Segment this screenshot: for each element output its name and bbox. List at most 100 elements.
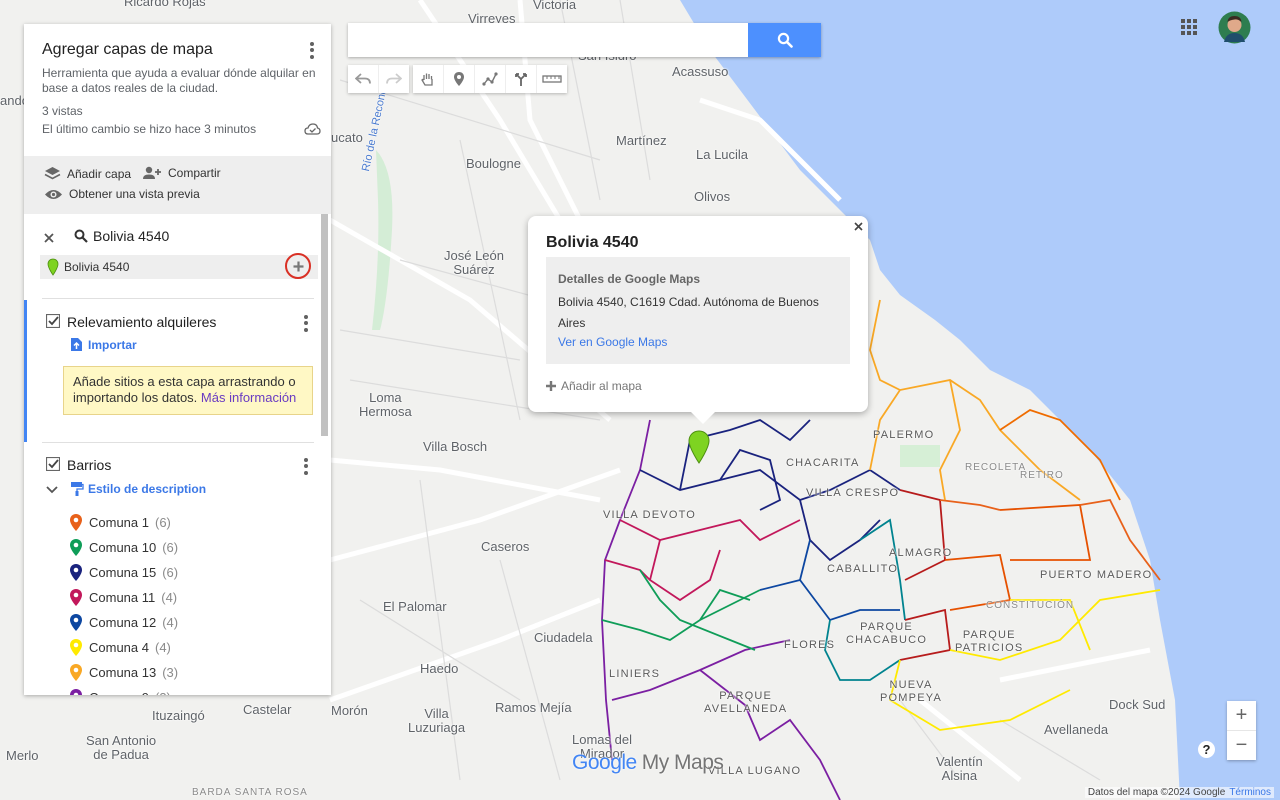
layer-visibility-checkbox[interactable]	[46, 314, 60, 328]
close-icon	[853, 221, 863, 231]
legend-count: (3)	[162, 665, 179, 680]
draw-line-button[interactable]	[475, 65, 506, 93]
legend-item[interactable]: Comuna 15 (6)	[69, 563, 178, 582]
empty-layer-tip: Añade sitios a esta capa arrastrando o i…	[63, 366, 313, 415]
place-label: ucato	[331, 130, 363, 145]
place-label: Victoria	[533, 0, 577, 12]
map-data-credit: Datos del mapa ©2024 Google	[1087, 787, 1226, 798]
import-button[interactable]: Importar	[70, 337, 137, 352]
map-marker-icon	[70, 639, 82, 656]
directions-button[interactable]	[506, 65, 537, 93]
map-search-input[interactable]	[348, 23, 758, 57]
add-to-map-link[interactable]: Añadir al mapa	[546, 379, 642, 393]
close-info-window-button[interactable]	[851, 219, 865, 233]
preview-label: Obtener una vista previa	[69, 187, 200, 201]
legend-item[interactable]: Comuna 12 (4)	[69, 613, 178, 632]
legend-count: (6)	[154, 515, 171, 530]
layer-options-menu-icon[interactable]	[298, 456, 314, 476]
selected-place-pin[interactable]	[688, 430, 710, 464]
layer-options-menu-icon[interactable]	[298, 313, 314, 333]
legend-item[interactable]: Comuna 9 (3)	[69, 688, 171, 695]
place-label: Haedo	[420, 661, 459, 676]
zoom-in-button[interactable]: +	[1227, 701, 1256, 731]
details-heading: Detalles de Google Maps	[558, 272, 701, 286]
ruler-icon	[542, 75, 562, 83]
zoom-control: + −	[1227, 701, 1256, 760]
user-avatar[interactable]	[1218, 11, 1251, 44]
barrio-label: CONSTITUCIÓN	[986, 600, 1075, 611]
panel-scrollbar[interactable]	[321, 214, 328, 436]
legend-item[interactable]: Comuna 11 (4)	[69, 588, 177, 607]
add-marker-button[interactable]	[444, 65, 475, 93]
legend-item[interactable]: Comuna 4 (4)	[69, 638, 171, 657]
search-results-query: Bolivia 4540	[93, 228, 170, 244]
measure-button[interactable]	[537, 65, 567, 93]
map-marker-icon	[70, 539, 82, 556]
place-label: Ricardo Rojas	[124, 0, 206, 9]
zoom-out-button[interactable]: −	[1227, 731, 1256, 760]
map-title[interactable]: Agregar capas de mapa	[42, 41, 213, 59]
search-button[interactable]	[748, 23, 821, 57]
layer-title[interactable]: Barrios	[67, 457, 111, 473]
legend-item[interactable]: Comuna 13 (3)	[69, 663, 178, 682]
chevron-down-icon[interactable]	[46, 486, 58, 494]
place-label: Villa Luzuriaga	[408, 706, 466, 735]
draw-line-icon	[482, 72, 498, 86]
barrio-label: PUERTO MADERO	[1040, 569, 1153, 581]
map-toolbar	[348, 65, 567, 93]
clear-search-icon[interactable]	[44, 230, 54, 248]
place-label: Ituzaingó	[152, 708, 205, 723]
map-actions-bar: Añadir capa Compartir Obtener una vista …	[24, 156, 331, 214]
terms-link[interactable]: Términos	[1229, 787, 1271, 798]
add-layer-button[interactable]: Añadir capa	[44, 166, 131, 181]
route-icon	[515, 73, 527, 86]
barrio-label: ALMAGRO	[889, 547, 953, 559]
share-label: Compartir	[168, 166, 221, 180]
place-title: Bolivia 4540	[546, 234, 639, 251]
pan-tool-button[interactable]	[413, 65, 444, 93]
place-label: Olivos	[694, 189, 731, 204]
drawing-tool-group	[413, 65, 567, 93]
undo-icon	[355, 73, 371, 84]
legend-label: Comuna 1	[89, 515, 149, 530]
history-tool-group	[348, 65, 409, 93]
view-in-google-maps-link[interactable]: Ver en Google Maps	[558, 335, 667, 349]
barrio-label: PARQUE PATRICIOS	[955, 629, 1024, 654]
help-icon[interactable]: ?	[1198, 741, 1215, 758]
view-count: 3 vistas	[42, 104, 83, 118]
preview-button[interactable]: Obtener una vista previa	[44, 187, 200, 201]
barrio-label: PARQUE AVELLANEDA	[704, 690, 788, 715]
barrio-label: RECOLETA	[965, 462, 1027, 473]
style-button[interactable]: Estilo de description	[70, 481, 206, 497]
map-search-bar	[348, 23, 821, 57]
legend-count: (4)	[162, 615, 179, 630]
search-icon	[777, 32, 793, 48]
add-to-map-button[interactable]	[285, 253, 311, 279]
layer-visibility-checkbox[interactable]	[46, 457, 60, 471]
add-person-icon	[143, 166, 161, 179]
place-label: BARDA SANTA ROSA	[192, 787, 308, 798]
legend-item[interactable]: Comuna 1 (6)	[69, 513, 171, 532]
redo-button[interactable]	[379, 65, 409, 93]
apps-grid-icon[interactable]	[1181, 19, 1197, 35]
search-result-item[interactable]: Bolivia 4540	[40, 253, 318, 279]
place-label: Castelar	[243, 702, 292, 717]
paint-roller-icon	[71, 482, 84, 496]
import-label: Importar	[88, 337, 137, 352]
legend-label: Comuna 10	[89, 540, 157, 555]
legend-item[interactable]: Comuna 10 (6)	[69, 538, 178, 557]
plus-icon	[546, 381, 556, 391]
layer-title[interactable]: Relevamiento alquileres	[67, 314, 216, 330]
map-footer: Datos del mapa ©2024 Google Términos	[1084, 787, 1274, 798]
map-options-menu-icon[interactable]	[304, 40, 320, 60]
place-label: Acassuso	[672, 64, 729, 79]
map-marker-icon	[70, 664, 82, 681]
undo-button[interactable]	[348, 65, 379, 93]
share-button[interactable]: Compartir	[142, 166, 221, 180]
divider	[42, 442, 314, 443]
google-logo: Google	[572, 751, 637, 774]
barrio-label: VILLA DEVOTO	[603, 509, 697, 521]
more-info-link[interactable]: Más información	[201, 390, 296, 405]
legend-count: (6)	[162, 565, 179, 580]
map-description[interactable]: Herramienta que ayuda a evaluar dónde al…	[42, 66, 317, 96]
